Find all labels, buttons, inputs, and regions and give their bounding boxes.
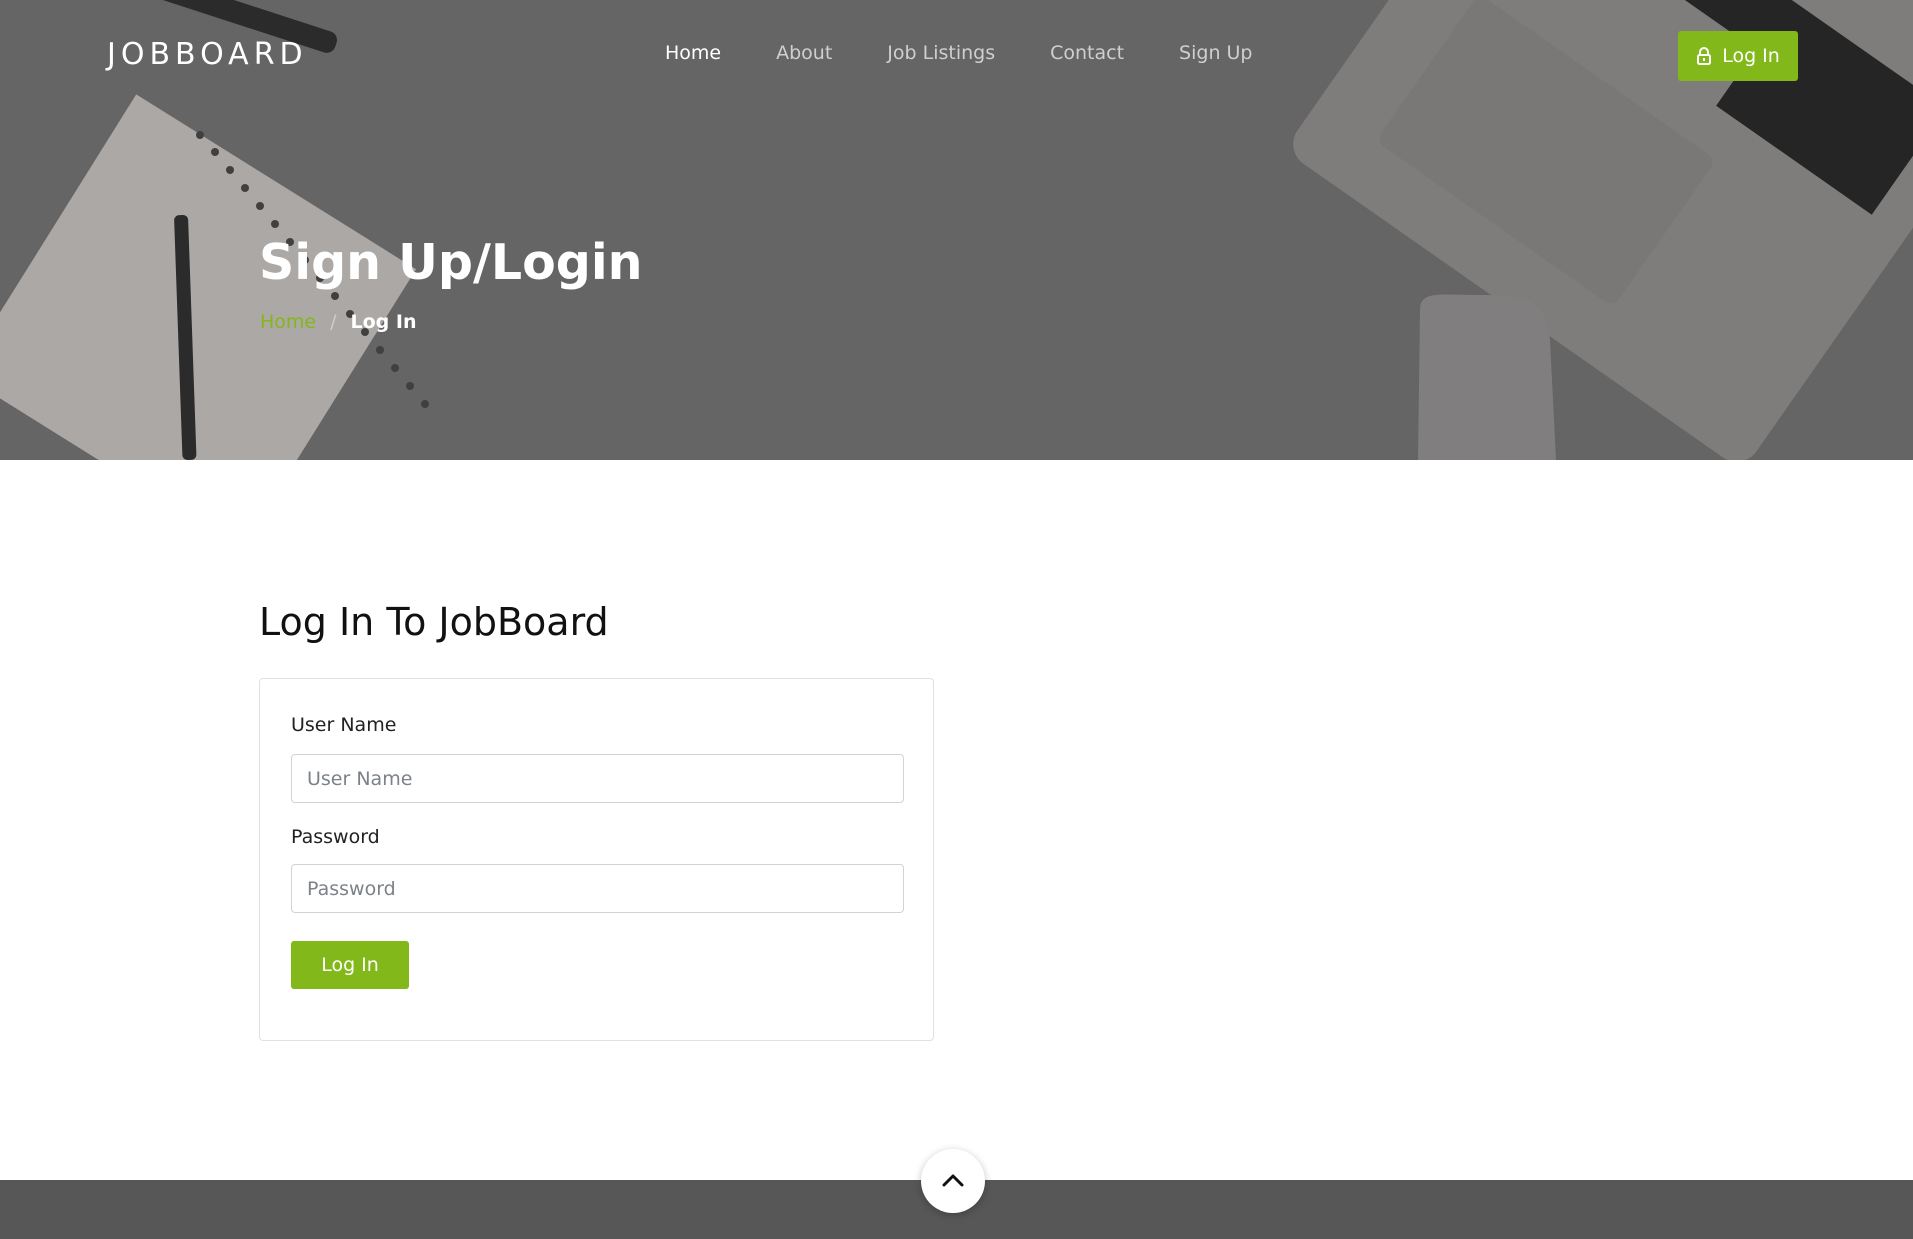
breadcrumb-current: Log In: [350, 311, 417, 333]
login-submit-button[interactable]: Log In: [291, 941, 409, 989]
top-navigation: JOBBOARD Home About Job Listings Contact…: [0, 0, 1913, 110]
brand-logo[interactable]: JOBBOARD: [107, 37, 308, 72]
lock-icon: [1696, 47, 1712, 65]
nav-item-sign-up[interactable]: Sign Up: [1179, 42, 1252, 64]
nav-item-home[interactable]: Home: [665, 42, 721, 64]
nav-item-job-listings[interactable]: Job Listings: [887, 42, 995, 64]
chevron-up-icon: [942, 1172, 964, 1191]
breadcrumb: Home / Log In: [260, 311, 417, 333]
back-to-top-button[interactable]: [921, 1149, 985, 1213]
login-form-card: User Name Password Log In: [259, 678, 934, 1041]
username-input[interactable]: [291, 754, 904, 803]
breadcrumb-home-link[interactable]: Home: [260, 311, 316, 333]
password-label: Password: [291, 826, 380, 848]
nav-item-contact[interactable]: Contact: [1050, 42, 1124, 64]
header-login-button[interactable]: Log In: [1678, 31, 1798, 81]
password-input[interactable]: [291, 864, 904, 913]
username-label: User Name: [291, 714, 397, 736]
breadcrumb-separator: /: [330, 311, 337, 333]
header-login-label: Log In: [1722, 45, 1780, 67]
login-section-title: Log In To JobBoard: [259, 600, 609, 644]
main-menu: Home About Job Listings Contact Sign Up: [665, 42, 1308, 64]
nav-item-about[interactable]: About: [776, 42, 832, 64]
hero-banner: JOBBOARD Home About Job Listings Contact…: [0, 0, 1913, 460]
page-title: Sign Up/Login: [259, 234, 643, 291]
